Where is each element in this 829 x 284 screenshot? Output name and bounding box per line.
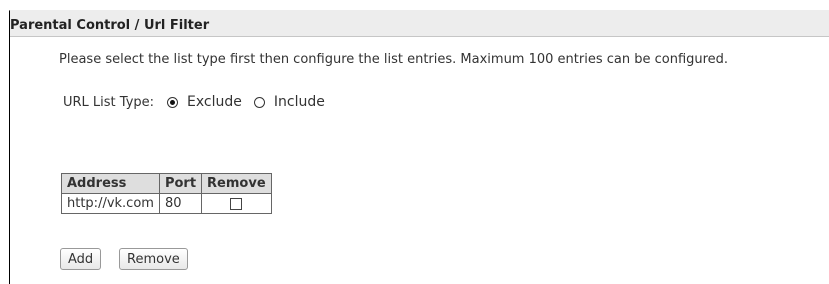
remove-checkbox[interactable] <box>230 197 243 210</box>
remove-button[interactable]: Remove <box>119 248 188 270</box>
add-button[interactable]: Add <box>60 248 102 270</box>
url-list-type-row: URL List Type: Exclude Include <box>63 94 337 110</box>
description-text: Please select the list type first then c… <box>59 52 729 67</box>
address-header: Address <box>61 173 160 194</box>
include-label[interactable]: Include <box>274 94 325 110</box>
port-cell: 80 <box>158 193 203 214</box>
remove-cell <box>201 193 272 214</box>
remove-header: Remove <box>201 173 272 194</box>
table-row: http://vk.com 80 <box>61 193 272 214</box>
url-table: Address Port Remove http://vk.com 80 <box>61 173 272 214</box>
exclude-radio[interactable] <box>167 96 179 108</box>
table-header-row: Address Port Remove <box>61 173 272 194</box>
url-list-type-label: URL List Type: <box>63 94 155 110</box>
page-title: Parental Control / Url Filter <box>10 18 210 33</box>
include-radio[interactable] <box>253 96 265 108</box>
address-cell: http://vk.com <box>61 193 160 214</box>
port-header: Port <box>158 173 203 194</box>
exclude-label[interactable]: Exclude <box>187 94 242 110</box>
